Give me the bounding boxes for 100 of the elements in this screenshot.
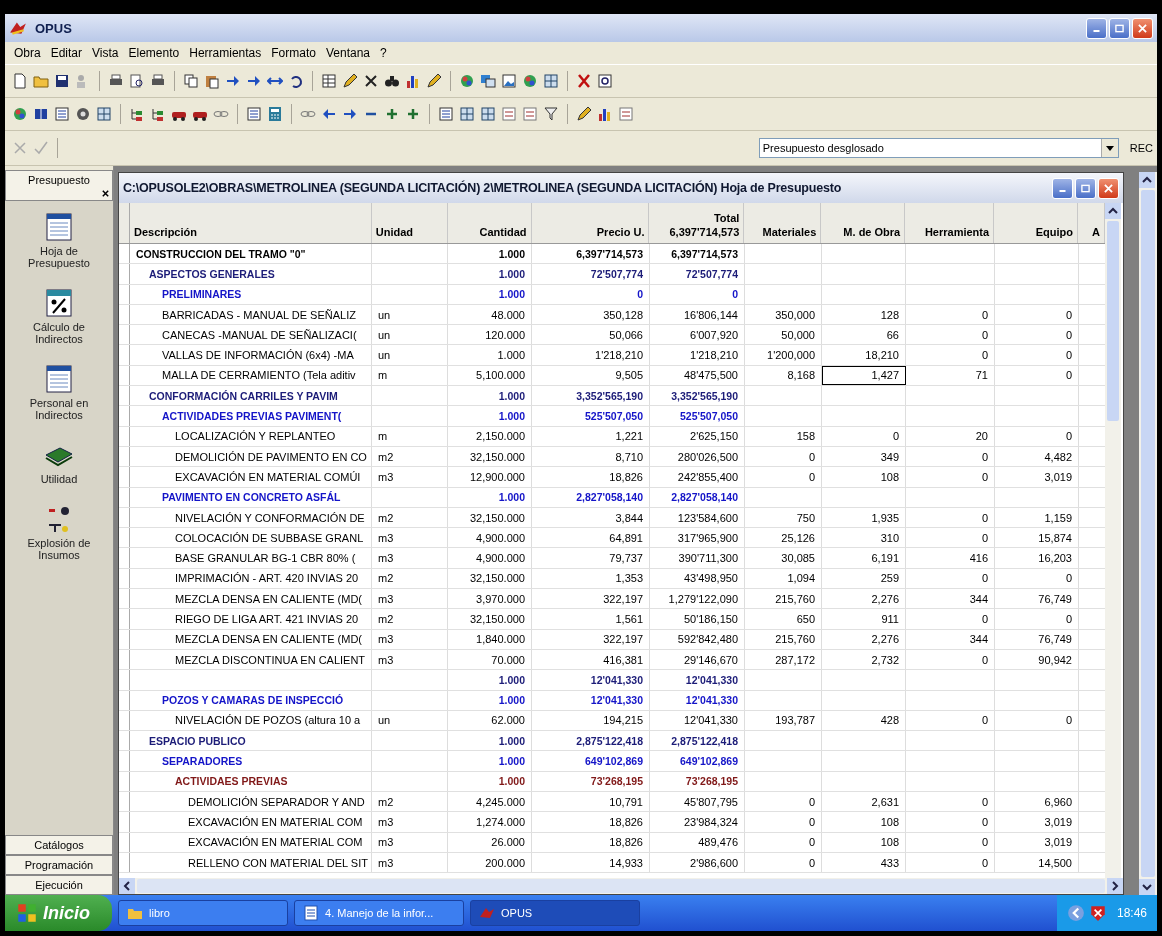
shield-icon[interactable] [1088,904,1107,922]
sidebar-tab[interactable]: Ejecución [5,875,113,895]
table-cell[interactable]: 128 [822,304,906,325]
table-cell[interactable]: 18,210 [822,345,906,365]
table-cell[interactable]: 2,631 [822,792,906,812]
sidebar-item-label[interactable]: Explosión de Insumos [9,537,109,561]
close-button[interactable] [1132,17,1153,39]
menu-item[interactable]: Obra [9,46,46,60]
grid-icon[interactable] [479,105,497,123]
table-cell[interactable]: 433 [822,852,906,873]
pencil-icon[interactable] [575,105,593,123]
globe-icon[interactable] [11,105,29,123]
table-cell[interactable]: 349 [822,446,906,467]
vertical-scrollbar[interactable] [1139,172,1157,895]
calc-icon[interactable] [266,105,284,123]
table-cell[interactable]: 2,276 [822,589,906,609]
copy-icon[interactable] [182,72,200,90]
sidebar-tab[interactable]: Presupuesto [5,170,113,201]
column-header[interactable]: Precio U. [531,203,650,243]
table-cell[interactable]: 108 [822,812,906,832]
menu-item[interactable]: ? [375,46,392,60]
scrollbar-thumb[interactable] [1141,190,1155,877]
sidebar-item-label[interactable]: Cálculo de Indirectos [9,321,109,345]
restore-button[interactable] [1109,17,1130,39]
column-header[interactable]: Cantidad [447,203,532,243]
spreadsheet-icon[interactable] [43,363,75,395]
table-cell[interactable]: 1,427 [822,365,906,386]
percent-icon[interactable] [43,287,75,319]
column-header[interactable]: Herramienta [905,203,995,243]
column-header[interactable]: M. de Obra [821,203,906,243]
grid-icon[interactable] [458,105,476,123]
maximize-button[interactable] [1075,177,1096,199]
scroll-right-icon[interactable] [1107,878,1123,894]
menu-item[interactable]: Editar [45,46,88,60]
table-cell[interactable]: 2,732 [822,649,906,670]
table-cell[interactable]: 1,935 [822,507,906,528]
close-icon [1104,183,1113,193]
sheet-icon[interactable] [53,105,71,123]
scrollbar-thumb[interactable] [1107,221,1119,421]
scroll-up-icon[interactable] [1139,172,1155,188]
table-cell: 525'507,050 [680,410,738,422]
table-cell[interactable]: 66 [822,325,906,345]
column-header[interactable]: Equipo [994,203,1079,243]
column-header[interactable]: Total 6,397'714,573 [649,203,745,243]
grid-icon[interactable] [542,72,560,90]
pencil-icon[interactable] [425,72,443,90]
sheet-icon[interactable] [245,105,263,123]
sidebar-tab[interactable]: Programación [5,855,113,875]
minimize-button[interactable] [1086,17,1107,39]
column-header[interactable]: Descripción [130,203,372,243]
group-title: CONFORMACIÓN CARRILES Y PAVIM [148,389,339,402]
preview-icon[interactable] [128,72,146,90]
scroll-left-icon[interactable] [119,878,135,894]
sidebar-item-label[interactable]: Personal en Indirectos [9,397,109,421]
doc-icon[interactable] [11,72,29,90]
table-icon[interactable] [320,72,338,90]
pencil-icon[interactable] [341,72,359,90]
sheet-icon[interactable] [437,105,455,123]
menu-item[interactable]: Ventana [320,46,375,60]
table-cell[interactable]: 428 [822,710,906,731]
table-cell[interactable]: 259 [822,568,906,589]
scroll-down-icon[interactable] [1139,879,1155,895]
view-dropdown[interactable]: Presupuesto desglosado [758,138,1119,158]
globe-icon[interactable] [521,72,539,90]
table-cell[interactable]: 108 [822,467,906,487]
image-icon[interactable] [500,72,518,90]
menu-item[interactable]: Vista [87,46,124,60]
table-cell[interactable]: 0 [822,426,906,446]
table-cell[interactable]: 2,276 [822,629,906,649]
table-cell: 416,381 [603,653,643,666]
sidebar-item-label[interactable]: Utilidad [9,473,109,485]
table-cell[interactable]: 911 [822,609,906,629]
column-header[interactable]: Materiales [744,203,822,243]
vertical-scrollbar[interactable] [1105,203,1121,878]
column-header[interactable]: Unidad [371,203,448,243]
close-button[interactable] [1098,177,1119,199]
horizontal-scrollbar[interactable] [119,878,1123,894]
menu-item[interactable]: Formato [266,46,321,60]
menu-item[interactable]: Elemento [123,46,185,60]
table-cell[interactable]: 310 [822,528,906,548]
filter-icon[interactable] [542,105,560,123]
minimize-button[interactable] [1052,177,1073,199]
grid-icon[interactable] [95,105,113,123]
close-icon[interactable] [101,189,110,198]
taskbar-button[interactable]: 4. Manejo de la infor... [294,900,464,926]
taskbar-button[interactable]: libro [118,900,288,926]
taskbar-button[interactable]: OPUS [470,900,640,926]
sidebar-tab[interactable]: Catálogos [5,835,113,855]
scroll-up-icon[interactable] [1105,203,1121,219]
menu-item[interactable]: Herramientas [184,46,267,60]
check-icon[interactable] [32,139,50,157]
windows-icon[interactable] [479,72,497,90]
scrollbar-thumb[interactable] [137,879,1105,893]
item-description: MEZCLA DENSA EN CALIENTE (MD( [174,633,364,646]
table-cell[interactable]: 6,191 [822,548,906,568]
table-cell[interactable]: 108 [822,832,906,852]
spreadsheet-icon[interactable] [43,211,75,243]
sidebar-item-label[interactable]: Hoja de Presupuesto [9,245,109,269]
globe-icon[interactable] [458,72,476,90]
table-cell: 1.000 [498,267,525,280]
